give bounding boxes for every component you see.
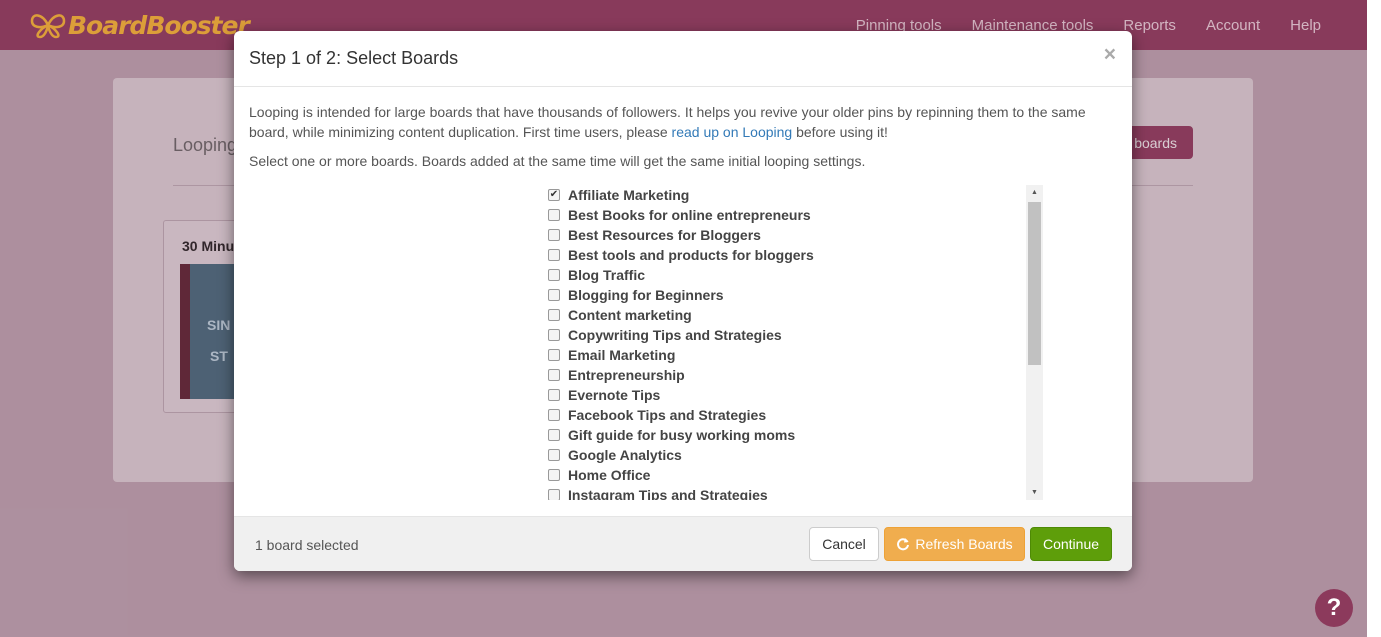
board-name: Blog Traffic	[568, 267, 646, 283]
board-checkbox[interactable]	[548, 269, 560, 281]
refresh-boards-label: Refresh Boards	[915, 536, 1013, 552]
board-name: Home Office	[568, 467, 651, 483]
scrollbar-thumb[interactable]	[1028, 202, 1041, 365]
read-up-looping-link[interactable]: read up on Looping	[672, 124, 793, 140]
board-checkbox[interactable]	[548, 469, 560, 481]
board-name: Affiliate Marketing	[568, 187, 690, 203]
help-chat-icon[interactable]: ?	[1315, 589, 1353, 627]
cancel-button[interactable]: Cancel	[809, 527, 879, 561]
board-list-scrollbar[interactable]: ▲ ▼	[1026, 185, 1043, 500]
select-boards-modal: Step 1 of 2: Select Boards × Looping is …	[234, 31, 1132, 571]
board-checkbox[interactable]	[548, 229, 560, 241]
scroll-up-arrow-icon[interactable]: ▲	[1026, 185, 1043, 200]
board-checkbox[interactable]	[548, 349, 560, 361]
board-name: Content marketing	[568, 307, 692, 323]
board-checkbox[interactable]	[548, 429, 560, 441]
modal-header: Step 1 of 2: Select Boards ×	[234, 31, 1132, 87]
selected-count: 1 board selected	[255, 537, 359, 553]
board-name: Email Marketing	[568, 347, 676, 363]
board-item[interactable]: Content marketing	[544, 305, 1043, 325]
board-name: Copywriting Tips and Strategies	[568, 327, 782, 343]
board-item[interactable]: Best Books for online entrepreneurs	[544, 205, 1043, 225]
board-checkbox[interactable]	[548, 329, 560, 341]
intro-text-start: Looping is intended for large boards tha…	[249, 104, 1086, 140]
board-item[interactable]: Blog Traffic	[544, 265, 1043, 285]
modal-footer: 1 board selected Cancel Refresh Boards C…	[234, 516, 1132, 571]
board-item[interactable]: Instagram Tips and Strategies	[544, 485, 1043, 500]
board-name: Instagram Tips and Strategies	[568, 487, 768, 500]
board-checkbox[interactable]	[548, 369, 560, 381]
cancel-label: Cancel	[822, 536, 866, 552]
board-item[interactable]: Email Marketing	[544, 345, 1043, 365]
board-item[interactable]: Facebook Tips and Strategies	[544, 405, 1043, 425]
board-name: Gift guide for busy working moms	[568, 427, 796, 443]
board-name: Best tools and products for bloggers	[568, 247, 814, 263]
board-item[interactable]: Entrepreneurship	[544, 365, 1043, 385]
board-item[interactable]: ✔ Affiliate Marketing	[544, 185, 1043, 205]
board-checkbox[interactable]	[548, 209, 560, 221]
board-name: Best Resources for Bloggers	[568, 227, 761, 243]
modal-title: Step 1 of 2: Select Boards	[249, 48, 459, 68]
continue-label: Continue	[1042, 536, 1100, 552]
board-checkbox[interactable]	[548, 389, 560, 401]
page-scrollbar[interactable]	[1367, 0, 1381, 637]
scroll-down-arrow-icon[interactable]: ▼	[1026, 485, 1043, 500]
board-items: ✔ Affiliate Marketing Best Books for onlin…	[544, 185, 1043, 500]
board-name: Google Analytics	[568, 447, 682, 463]
board-checkbox[interactable]	[548, 409, 560, 421]
continue-button[interactable]: Continue	[1030, 527, 1112, 561]
close-icon[interactable]: ×	[1104, 43, 1116, 67]
intro-text: Looping is intended for large boards tha…	[249, 102, 1109, 142]
intro-text-end: before using it!	[792, 124, 888, 140]
board-item[interactable]: Gift guide for busy working moms	[544, 425, 1043, 445]
board-item[interactable]: Home Office	[544, 465, 1043, 485]
board-name: Best Books for online entrepreneurs	[568, 207, 811, 223]
board-checkbox[interactable]	[548, 309, 560, 321]
board-item[interactable]: Google Analytics	[544, 445, 1043, 465]
board-checkbox[interactable]	[548, 289, 560, 301]
board-name: Entrepreneurship	[568, 367, 685, 383]
board-item[interactable]: Blogging for Beginners	[544, 285, 1043, 305]
board-checkbox[interactable]: ✔	[548, 189, 560, 201]
board-item[interactable]: Best tools and products for bloggers	[544, 245, 1043, 265]
refresh-icon	[897, 538, 910, 551]
instruction-text: Select one or more boards. Boards added …	[249, 153, 866, 169]
board-item[interactable]: Best Resources for Bloggers	[544, 225, 1043, 245]
board-name: Blogging for Beginners	[568, 287, 724, 303]
refresh-boards-button[interactable]: Refresh Boards	[884, 527, 1025, 561]
modal-body: Looping is intended for large boards tha…	[234, 87, 1132, 516]
board-name: Evernote Tips	[568, 387, 661, 403]
board-checkbox[interactable]	[548, 489, 560, 500]
board-item[interactable]: Evernote Tips	[544, 385, 1043, 405]
board-checkbox[interactable]	[548, 249, 560, 261]
board-name: Facebook Tips and Strategies	[568, 407, 767, 423]
board-item[interactable]: Copywriting Tips and Strategies	[544, 325, 1043, 345]
board-list[interactable]: ✔ Affiliate Marketing Best Books for onlin…	[544, 185, 1043, 500]
board-checkbox[interactable]	[548, 449, 560, 461]
